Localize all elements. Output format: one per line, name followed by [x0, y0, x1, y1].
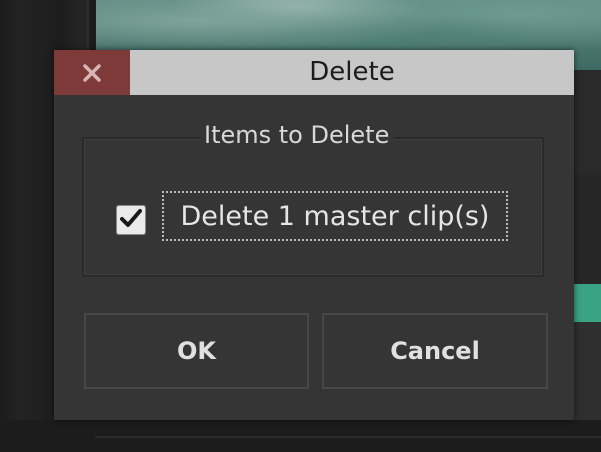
cancel-button[interactable]: Cancel [322, 313, 548, 389]
close-button[interactable] [54, 50, 130, 95]
delete-dialog: Delete Items to Delete Delete 1 master c… [54, 50, 574, 420]
background-bottom-line [95, 436, 601, 438]
checkmark-icon [120, 208, 142, 232]
background-right-panel-dark [574, 175, 601, 285]
dialog-titlebar: Delete [54, 50, 574, 95]
close-icon [83, 63, 101, 82]
background-timeline-clip [574, 284, 601, 322]
dialog-title: Delete [309, 57, 395, 87]
ok-button[interactable]: OK [84, 313, 309, 389]
app-window: Delete Items to Delete Delete 1 master c… [0, 0, 601, 452]
group-legend: Items to Delete [199, 120, 395, 150]
checkbox-label[interactable]: Delete 1 master clip(s) [162, 191, 508, 241]
delete-master-clips-checkbox[interactable] [116, 205, 146, 235]
